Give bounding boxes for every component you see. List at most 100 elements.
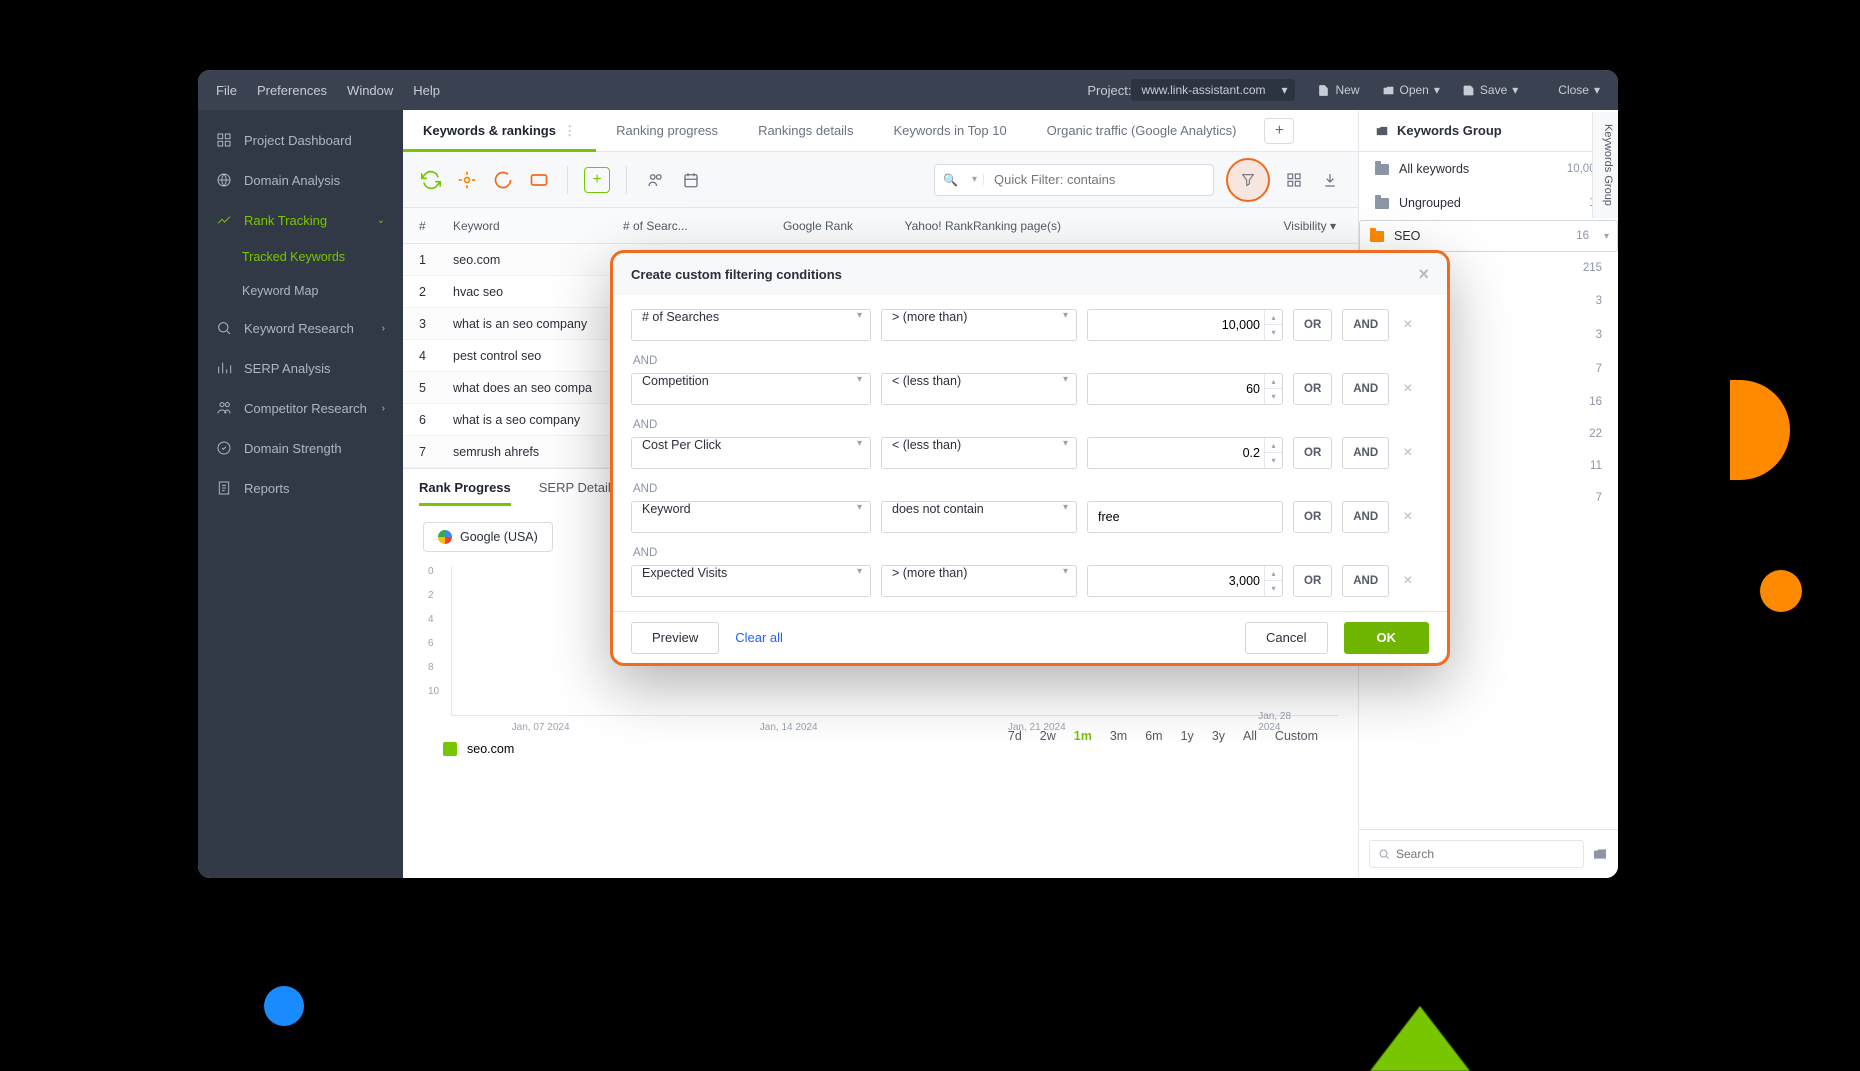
remove-row-icon[interactable]: ×: [1399, 380, 1416, 398]
and-button[interactable]: AND: [1342, 437, 1389, 469]
and-button[interactable]: AND: [1342, 373, 1389, 405]
remove-row-icon[interactable]: ×: [1399, 316, 1416, 334]
sidebar-item-keyword-research[interactable]: Keyword Research›: [198, 308, 403, 348]
open-button[interactable]: Open ▾: [1382, 83, 1440, 97]
modal-close-icon[interactable]: ×: [1418, 264, 1429, 285]
filter-field-select[interactable]: Expected Visits: [631, 565, 871, 597]
and-button[interactable]: AND: [1342, 309, 1389, 341]
filter-field-select[interactable]: Cost Per Click: [631, 437, 871, 469]
menu-help[interactable]: Help: [413, 83, 440, 98]
refresh-icon[interactable]: [419, 168, 443, 192]
remove-row-icon[interactable]: ×: [1399, 444, 1416, 462]
spinner-down[interactable]: ▾: [1265, 389, 1282, 404]
range-1y[interactable]: 1y: [1181, 729, 1194, 743]
col-num[interactable]: #: [419, 219, 453, 233]
sidebar-item-domain-strength[interactable]: Domain Strength: [198, 428, 403, 468]
refresh-target-icon[interactable]: [455, 168, 479, 192]
filter-field-select[interactable]: # of Searches: [631, 309, 871, 341]
spinner-up[interactable]: ▴: [1265, 374, 1282, 389]
spinner-down[interactable]: ▾: [1265, 325, 1282, 340]
range-3m[interactable]: 3m: [1110, 729, 1127, 743]
range-6m[interactable]: 6m: [1145, 729, 1162, 743]
col-google[interactable]: Google Rank: [733, 219, 853, 233]
filter-field-select[interactable]: Competition: [631, 373, 871, 405]
tab-add[interactable]: +: [1264, 118, 1294, 144]
range-3y[interactable]: 3y: [1212, 729, 1225, 743]
ok-button[interactable]: OK: [1344, 622, 1430, 654]
or-button[interactable]: OR: [1293, 437, 1332, 469]
filter-op-select[interactable]: > (more than): [881, 565, 1077, 597]
spinner-up[interactable]: ▴: [1265, 310, 1282, 325]
menu-preferences[interactable]: Preferences: [257, 83, 327, 98]
tab-rankings-details[interactable]: Rankings details: [738, 110, 873, 151]
engine-select[interactable]: Google (USA): [423, 522, 553, 552]
filter-op-select[interactable]: < (less than): [881, 437, 1077, 469]
quick-filter-input[interactable]: [984, 172, 1213, 187]
col-ranking[interactable]: Ranking page(s): [973, 219, 1113, 233]
and-button[interactable]: AND: [1342, 565, 1389, 597]
cancel-button[interactable]: Cancel: [1245, 622, 1327, 654]
col-searches[interactable]: # of Searc...: [623, 219, 733, 233]
sidebar-item-competitor-research[interactable]: Competitor Research›: [198, 388, 403, 428]
or-button[interactable]: OR: [1293, 309, 1332, 341]
filter-value[interactable]: ▴▾: [1087, 309, 1283, 341]
group-search-input[interactable]: [1369, 840, 1584, 868]
clear-all-button[interactable]: Clear all: [735, 622, 783, 654]
sidebar-item-rank-tracking[interactable]: Rank Tracking⌄: [198, 200, 403, 240]
sidebar-sub-tracked-keywords[interactable]: Tracked Keywords: [198, 240, 403, 274]
close-button[interactable]: Close ▾: [1540, 83, 1600, 97]
save-button[interactable]: Save ▾: [1462, 83, 1518, 97]
new-button[interactable]: New: [1317, 83, 1359, 97]
sidebar-sub-keyword-map[interactable]: Keyword Map: [198, 274, 403, 308]
sidebar-item-project-dashboard[interactable]: Project Dashboard: [198, 120, 403, 160]
filter-value[interactable]: ▴▾: [1087, 437, 1283, 469]
add-folder-icon[interactable]: [1592, 846, 1608, 862]
or-button[interactable]: OR: [1293, 501, 1332, 533]
and-button[interactable]: AND: [1342, 501, 1389, 533]
col-visibility[interactable]: Visibility ▾: [1113, 219, 1342, 233]
range-All[interactable]: All: [1243, 729, 1257, 743]
sidebar-item-domain-analysis[interactable]: Domain Analysis: [198, 160, 403, 200]
spinner-up[interactable]: ▴: [1265, 438, 1282, 453]
filter-value[interactable]: ▴▾: [1087, 565, 1283, 597]
tab-ranking-progress[interactable]: Ranking progress: [596, 110, 738, 151]
subtab-rank-progress[interactable]: Rank Progress: [419, 469, 511, 506]
grid-icon[interactable]: [1282, 168, 1306, 192]
quick-filter-dropdown[interactable]: ▾: [966, 174, 984, 185]
vertical-tab[interactable]: Keywords Group: [1592, 112, 1618, 218]
card-icon[interactable]: [527, 168, 551, 192]
filter-op-select[interactable]: < (less than): [881, 373, 1077, 405]
filter-op-select[interactable]: does not contain: [881, 501, 1077, 533]
menu-window[interactable]: Window: [347, 83, 393, 98]
remove-row-icon[interactable]: ×: [1399, 572, 1416, 590]
range-1m[interactable]: 1m: [1074, 729, 1092, 743]
download-icon[interactable]: [1318, 168, 1342, 192]
col-keyword[interactable]: Keyword: [453, 219, 623, 233]
menu-file[interactable]: File: [216, 83, 237, 98]
quick-filter[interactable]: 🔍 ▾: [934, 164, 1214, 196]
add-button[interactable]: +: [584, 167, 610, 193]
filter-button[interactable]: [1226, 158, 1270, 202]
group-item[interactable]: Ungrouped16: [1359, 186, 1618, 220]
filter-value[interactable]: [1087, 501, 1283, 533]
spinner-down[interactable]: ▾: [1265, 581, 1282, 596]
group-item[interactable]: All keywords10,000: [1359, 152, 1618, 186]
or-button[interactable]: OR: [1293, 373, 1332, 405]
group-item[interactable]: SEO16: [1359, 220, 1618, 252]
col-yahoo[interactable]: Yahoo! Rank: [853, 219, 973, 233]
remove-row-icon[interactable]: ×: [1399, 508, 1416, 526]
filter-field-select[interactable]: Keyword: [631, 501, 871, 533]
tab-keywords-top10[interactable]: Keywords in Top 10: [873, 110, 1026, 151]
spinner-up[interactable]: ▴: [1265, 566, 1282, 581]
filter-op-select[interactable]: > (more than): [881, 309, 1077, 341]
spinner-down[interactable]: ▾: [1265, 453, 1282, 468]
tab-keywords-rankings[interactable]: Keywords & rankings ⋮: [403, 110, 596, 151]
subtab-serp-details[interactable]: SERP Details: [539, 469, 618, 506]
project-select[interactable]: www.link-assistant.com: [1131, 79, 1295, 101]
preview-button[interactable]: Preview: [631, 622, 719, 654]
sidebar-item-reports[interactable]: Reports: [198, 468, 403, 508]
users-icon[interactable]: [643, 168, 667, 192]
or-button[interactable]: OR: [1293, 565, 1332, 597]
sidebar-item-serp-analysis[interactable]: SERP Analysis: [198, 348, 403, 388]
filter-value[interactable]: ▴▾: [1087, 373, 1283, 405]
